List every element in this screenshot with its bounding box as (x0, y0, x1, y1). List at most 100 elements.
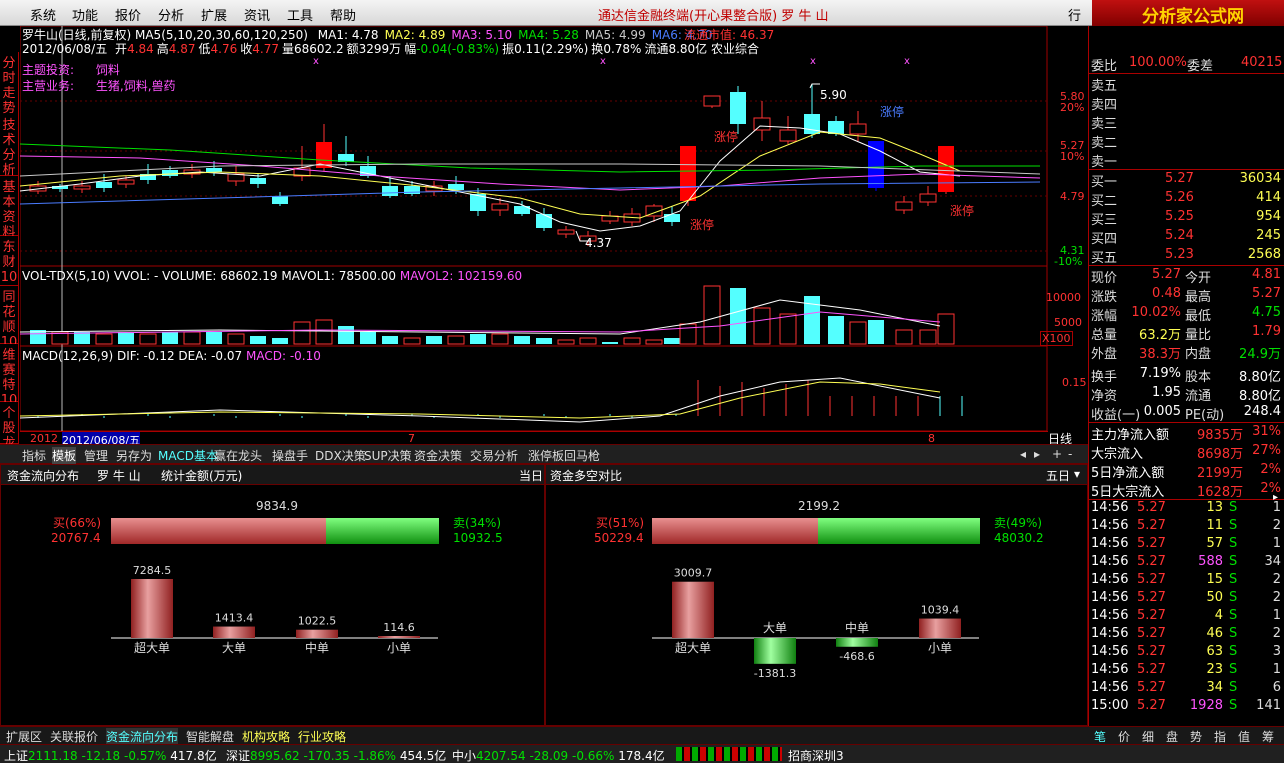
menu-tools[interactable]: 工具 (287, 5, 313, 24)
chevron-down-icon[interactable]: ▾ (1074, 467, 1080, 481)
quote-tab[interactable]: 指 (1214, 728, 1226, 745)
side-tab-eastmoney[interactable]: 东财10 (0, 236, 19, 286)
quote-tab[interactable]: 价 (1118, 728, 1130, 745)
side-tab-technical[interactable]: 技术分析 (0, 114, 19, 178)
volume-bar (315, 319, 333, 345)
scroll-arrow-icon[interactable]: ▸ (1273, 492, 1278, 503)
tick-row[interactable]: 14:56 5.27 15 S 2 (1089, 572, 1284, 590)
candle-body (162, 170, 178, 176)
tab-extension[interactable]: 扩展区 (6, 728, 42, 745)
flow-bar (213, 626, 255, 638)
ask-row[interactable]: 卖二 (1089, 131, 1284, 151)
toolbar-manage[interactable]: 管理 (84, 447, 108, 464)
tick-row[interactable]: 14:56 5.27 588 S 34 (1089, 554, 1284, 572)
index-sz[interactable]: 深证8995.62 -170.35 -1.86% 454.5亿 (226, 747, 446, 763)
tick-row[interactable]: 14:56 5.27 50 S 2 (1089, 590, 1284, 608)
candle-body (491, 203, 509, 211)
toolbar-fund[interactable]: 资金决策 (414, 447, 462, 464)
tick-row[interactable]: 15:00 5.27 1928 S 141 (1089, 698, 1284, 716)
toolbar-sup[interactable]: SUP决策 (364, 447, 412, 464)
tick-row[interactable]: 14:56 5.27 34 S 6 (1089, 680, 1284, 698)
menu-help[interactable]: 帮助 (330, 5, 356, 24)
info-value: -0.04(-0.83%) (416, 42, 500, 56)
quote-tab[interactable]: 盘 (1166, 728, 1178, 745)
index-sme[interactable]: 中小4207.54 -28.09 -0.66% 178.4亿 (452, 747, 665, 763)
toolbar-trader[interactable]: 操盘手 (272, 447, 308, 464)
tick-row[interactable]: 14:56 5.27 57 S 1 (1089, 536, 1284, 554)
ask-row[interactable]: 卖三 (1089, 112, 1284, 132)
tab-industry[interactable]: 行业攻略 (298, 728, 346, 745)
menu-quote[interactable]: 报价 (115, 5, 141, 24)
toolbar-ddx[interactable]: DDX决策 (315, 447, 366, 464)
volume-bar (206, 332, 222, 344)
quote-tab[interactable]: 细 (1142, 728, 1154, 745)
volume-bar (703, 285, 721, 345)
tick-row[interactable]: 14:56 5.27 63 S 3 (1089, 644, 1284, 662)
tick-row[interactable]: 14:56 5.27 4 S 1 (1089, 608, 1284, 626)
side-tab-lhb[interactable]: 个股龙虎 (0, 402, 19, 466)
volume-bar (382, 336, 398, 344)
tab-capital-flow[interactable]: 资金流向分布 (106, 728, 179, 745)
volume-bar (293, 321, 311, 345)
chart-area[interactable]: x x x x 分时走势 技术分析 基本资料 东财10 同花顺10 维赛特10 个股龙… (0, 26, 1088, 466)
tick-row[interactable]: 14:56 5.27 23 S 1 (1089, 662, 1284, 680)
menu-system[interactable]: 系统 (30, 5, 56, 24)
candle-body (868, 141, 884, 188)
tab-smart[interactable]: 智能解盘 (186, 728, 234, 745)
quote-tab[interactable]: 筹 (1262, 728, 1274, 745)
menu-extend[interactable]: 扩展 (201, 5, 227, 24)
toolbar-indicator[interactable]: 指标 (22, 447, 46, 464)
flow-bar-value: 1413.4 (215, 612, 254, 625)
bid-row[interactable]: 买一 5.27 36034 (1089, 170, 1284, 190)
bid-row[interactable]: 买五 5.23 2568 (1089, 246, 1284, 266)
fund-flow-row: 大宗流入 8698万 27% (1091, 443, 1281, 462)
arrow-right-icon[interactable]: ▸ (1034, 447, 1040, 461)
side-tab-basic[interactable]: 基本资料 (0, 176, 19, 240)
bid-row[interactable]: 买三 5.25 954 (1089, 208, 1284, 228)
long-short-period[interactable]: 五日 (1046, 467, 1070, 484)
bid-row[interactable]: 买二 5.26 414 (1089, 189, 1284, 209)
ask-row[interactable]: 卖四 (1089, 93, 1284, 113)
zoom-out-icon[interactable]: - (1068, 447, 1072, 461)
pct-label: -10% (1054, 255, 1083, 268)
toolbar-lead[interactable]: 赢在龙头 (214, 447, 262, 464)
toolbar-limit-up[interactable]: 涨停板回马枪 (528, 447, 600, 464)
volume-bar (74, 332, 90, 344)
toolbar-macd[interactable]: MACD基本 (158, 447, 218, 464)
capital-flow-period[interactable]: 当日 (519, 467, 543, 484)
candle-body (557, 229, 575, 235)
menu-function[interactable]: 功能 (72, 5, 98, 24)
toolbar-trade-analysis[interactable]: 交易分析 (470, 447, 518, 464)
date-axis: 2012 2012/06/08/五 7 8 (20, 431, 1048, 448)
toolbar-template[interactable]: 模板 (52, 447, 77, 464)
side-tab-ths[interactable]: 同花顺10 (0, 286, 19, 350)
side-tab-wst[interactable]: 维赛特10 (0, 344, 19, 408)
tick-row[interactable]: 14:56 5.27 13 S 1 (1089, 500, 1284, 518)
tick-row[interactable]: 14:56 5.27 11 S 2 (1089, 518, 1284, 536)
menu-more[interactable]: 行 (1068, 5, 1081, 24)
menu-news[interactable]: 资讯 (244, 5, 270, 24)
tick-row[interactable]: 14:56 5.27 46 S 2 (1089, 626, 1284, 644)
zoom-in-icon[interactable]: + (1052, 447, 1062, 461)
limit-up-label: 涨停 (880, 105, 905, 119)
theme-invest-value: 饲料 (95, 63, 120, 77)
volume-bar (937, 313, 955, 345)
candle-body (272, 196, 288, 204)
menu-analysis[interactable]: 分析 (158, 5, 184, 24)
volume-bar (557, 339, 575, 345)
index-sh[interactable]: 上证2111.18 -12.18 -0.57% 417.8亿 (4, 747, 217, 763)
ask-row[interactable]: 卖一 (1089, 150, 1284, 170)
tab-institution[interactable]: 机构攻略 (242, 728, 290, 745)
quote-tab[interactable]: 笔 (1094, 728, 1106, 745)
candle-body (938, 146, 954, 192)
kline-chart[interactable]: xxxx (20, 26, 1088, 444)
ask-row[interactable]: 卖五 (1089, 74, 1284, 94)
quote-tab[interactable]: 值 (1238, 728, 1250, 745)
bid-row[interactable]: 买四 5.24 245 (1089, 227, 1284, 247)
candle-body (730, 92, 746, 124)
quote-tab[interactable]: 势 (1190, 728, 1202, 745)
volume-bar (868, 320, 884, 344)
toolbar-save-as[interactable]: 另存为 (116, 447, 152, 464)
arrow-left-icon[interactable]: ◂ (1020, 447, 1026, 461)
tab-related[interactable]: 关联报价 (50, 728, 98, 745)
